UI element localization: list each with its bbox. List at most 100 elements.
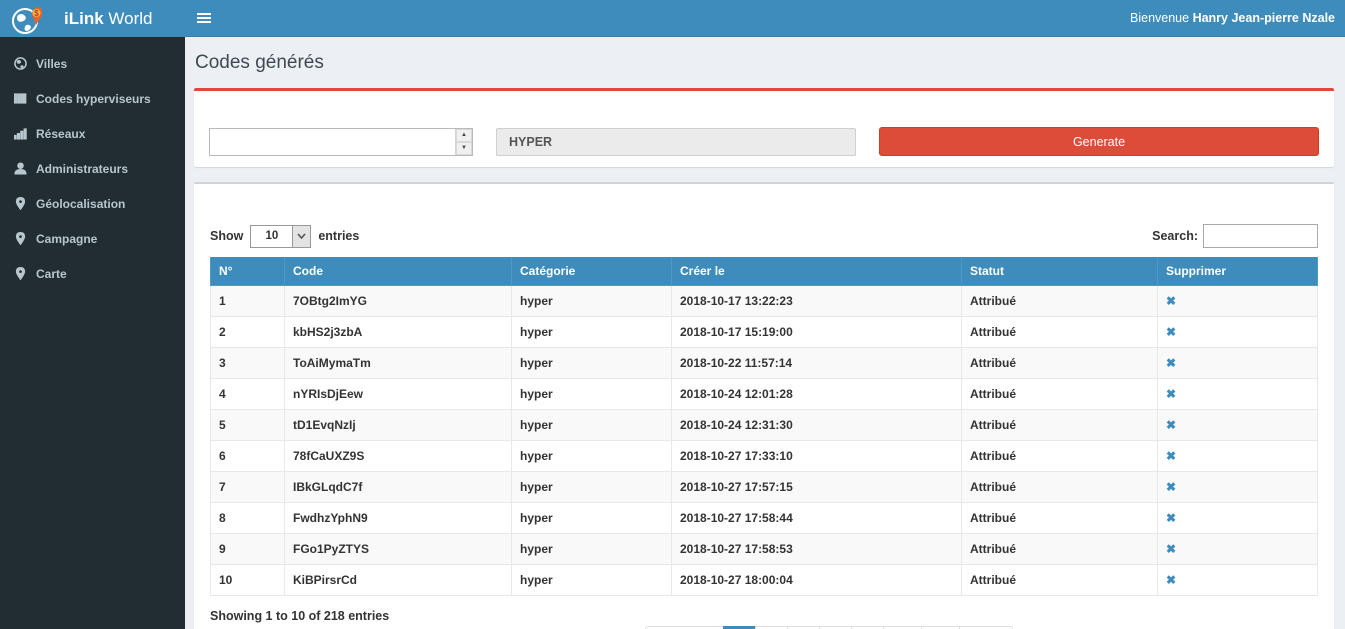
cell-num: 7: [211, 471, 285, 502]
spin-down-icon[interactable]: ▼: [456, 142, 472, 155]
page-button-2[interactable]: 2: [755, 626, 788, 629]
cell-code: FGo1PyZTYS: [285, 533, 512, 564]
sidebar-item-administrateurs[interactable]: Administrateurs: [0, 151, 185, 186]
cell-num: 2: [211, 316, 285, 347]
cell-num: 4: [211, 378, 285, 409]
main-content: Codes générés ▲ ▼ Generate Show 10: [185, 37, 1345, 629]
column-header-num[interactable]: N°: [211, 257, 285, 285]
sidebar-item-geolocalisation[interactable]: Géolocalisation: [0, 186, 185, 221]
cell-status: Attribué: [962, 285, 1158, 316]
cell-category: hyper: [512, 316, 672, 347]
spin-up-icon[interactable]: ▲: [456, 129, 472, 142]
table-row: 10 KiBPirsrCd hyper 2018-10-27 18:00:04 …: [211, 564, 1318, 595]
sidebar-item-label: Campagne: [36, 232, 97, 246]
page-length-control: Show 10 entries: [210, 225, 359, 248]
page-button-3[interactable]: 3: [787, 626, 820, 629]
signal-bars-icon: [13, 127, 27, 141]
cell-status: Attribué: [962, 471, 1158, 502]
cell-code: ToAiMymaTm: [285, 347, 512, 378]
page-button-ellipsis: …: [883, 626, 922, 629]
page-button-22[interactable]: 22: [921, 626, 961, 629]
table-row: 5 tD1EvqNzIj hyper 2018-10-24 12:31:30 A…: [211, 409, 1318, 440]
cell-num: 3: [211, 347, 285, 378]
map-marker-icon: [13, 267, 27, 281]
sidebar-item-carte[interactable]: Carte: [0, 256, 185, 291]
map-marker-icon: [13, 197, 27, 211]
sidebar-item-campagne[interactable]: Campagne: [0, 221, 185, 256]
hamburger-menu-icon[interactable]: [195, 7, 213, 29]
search-label: Search:: [1152, 229, 1198, 243]
page-length-select[interactable]: 10: [250, 225, 311, 248]
cell-status: Attribué: [962, 440, 1158, 471]
delete-icon[interactable]: ✖: [1166, 542, 1176, 556]
sidebar-item-codes-hyperviseurs[interactable]: Codes hyperviseurs: [0, 81, 185, 116]
column-header-code[interactable]: Code: [285, 257, 512, 285]
sidebar-item-label: Villes: [36, 57, 67, 71]
navbar: Bienvenue Hanry Jean-pierre Nzale: [185, 0, 1345, 37]
delete-icon[interactable]: ✖: [1166, 418, 1176, 432]
chevron-down-icon: [292, 226, 310, 247]
cell-category: hyper: [512, 471, 672, 502]
table-row: 6 78fCaUXZ9S hyper 2018-10-27 17:33:10 A…: [211, 440, 1318, 471]
cell-created: 2018-10-22 11:57:14: [672, 347, 962, 378]
cell-status: Attribué: [962, 347, 1158, 378]
cell-code: 7OBtg2ImYG: [285, 285, 512, 316]
delete-icon[interactable]: ✖: [1166, 480, 1176, 494]
cell-code: FwdhzYphN9: [285, 502, 512, 533]
search-control: Search:: [1152, 224, 1318, 248]
delete-icon[interactable]: ✖: [1166, 573, 1176, 587]
cell-created: 2018-10-27 18:00:04: [672, 564, 962, 595]
generate-button[interactable]: Generate: [879, 127, 1319, 156]
cell-category: hyper: [512, 440, 672, 471]
cell-category: hyper: [512, 533, 672, 564]
cell-num: 8: [211, 502, 285, 533]
page-button-next[interactable]: Next: [959, 626, 1012, 629]
cell-code: kbHS2j3zbA: [285, 316, 512, 347]
sidebar-item-label: Codes hyperviseurs: [36, 92, 151, 106]
globe-icon: [13, 57, 27, 71]
cell-code: nYRIsDjEew: [285, 378, 512, 409]
cell-created: 2018-10-27 17:58:44: [672, 502, 962, 533]
column-header-statut[interactable]: Statut: [962, 257, 1158, 285]
sidebar-item-label: Administrateurs: [36, 162, 128, 176]
table-header-row: N° Code Catégorie Créer le Statut Suppri…: [211, 257, 1318, 285]
column-header-categorie[interactable]: Catégorie: [512, 257, 672, 285]
table-row: 4 nYRIsDjEew hyper 2018-10-24 12:01:28 A…: [211, 378, 1318, 409]
cell-created: 2018-10-27 17:58:53: [672, 533, 962, 564]
cell-code: IBkGLqdC7f: [285, 471, 512, 502]
column-header-supprimer[interactable]: Supprimer: [1158, 257, 1318, 285]
cell-category: hyper: [512, 409, 672, 440]
cell-category: hyper: [512, 347, 672, 378]
table-row: 9 FGo1PyZTYS hyper 2018-10-27 17:58:53 A…: [211, 533, 1318, 564]
page-button-previous[interactable]: Previous: [645, 626, 724, 629]
quantity-input[interactable]: [210, 129, 455, 155]
delete-icon[interactable]: ✖: [1166, 449, 1176, 463]
cell-num: 5: [211, 409, 285, 440]
globe-pin-logo-icon: $: [12, 2, 42, 36]
column-header-creer-le[interactable]: Créer le: [672, 257, 962, 285]
cell-status: Attribué: [962, 378, 1158, 409]
page-button-4[interactable]: 4: [819, 626, 852, 629]
codes-table: N° Code Catégorie Créer le Statut Suppri…: [210, 257, 1318, 596]
cell-status: Attribué: [962, 316, 1158, 347]
quantity-stepper[interactable]: ▲ ▼: [209, 128, 473, 156]
brand-bold: iLink: [64, 9, 104, 28]
sidebar-item-reseaux[interactable]: Réseaux: [0, 116, 185, 151]
page-title: Codes générés: [195, 52, 1334, 74]
search-input[interactable]: [1203, 224, 1318, 248]
delete-icon[interactable]: ✖: [1166, 511, 1176, 525]
delete-icon[interactable]: ✖: [1166, 294, 1176, 308]
welcome-user-name: Hanry Jean-pierre Nzale: [1193, 11, 1335, 25]
codes-table-panel: Show 10 entries Search: N° Code Catégori…: [194, 182, 1334, 629]
page-button-5[interactable]: 5: [851, 626, 884, 629]
code-generator-panel: ▲ ▼ Generate: [194, 88, 1334, 167]
cell-num: 6: [211, 440, 285, 471]
delete-icon[interactable]: ✖: [1166, 356, 1176, 370]
brand[interactable]: $ iLink World: [0, 0, 185, 37]
page-button-1[interactable]: 1: [723, 626, 756, 629]
delete-icon[interactable]: ✖: [1166, 387, 1176, 401]
sidebar-item-villes[interactable]: Villes: [0, 46, 185, 81]
cell-category: hyper: [512, 502, 672, 533]
sidebar-item-label: Carte: [36, 267, 67, 281]
delete-icon[interactable]: ✖: [1166, 325, 1176, 339]
